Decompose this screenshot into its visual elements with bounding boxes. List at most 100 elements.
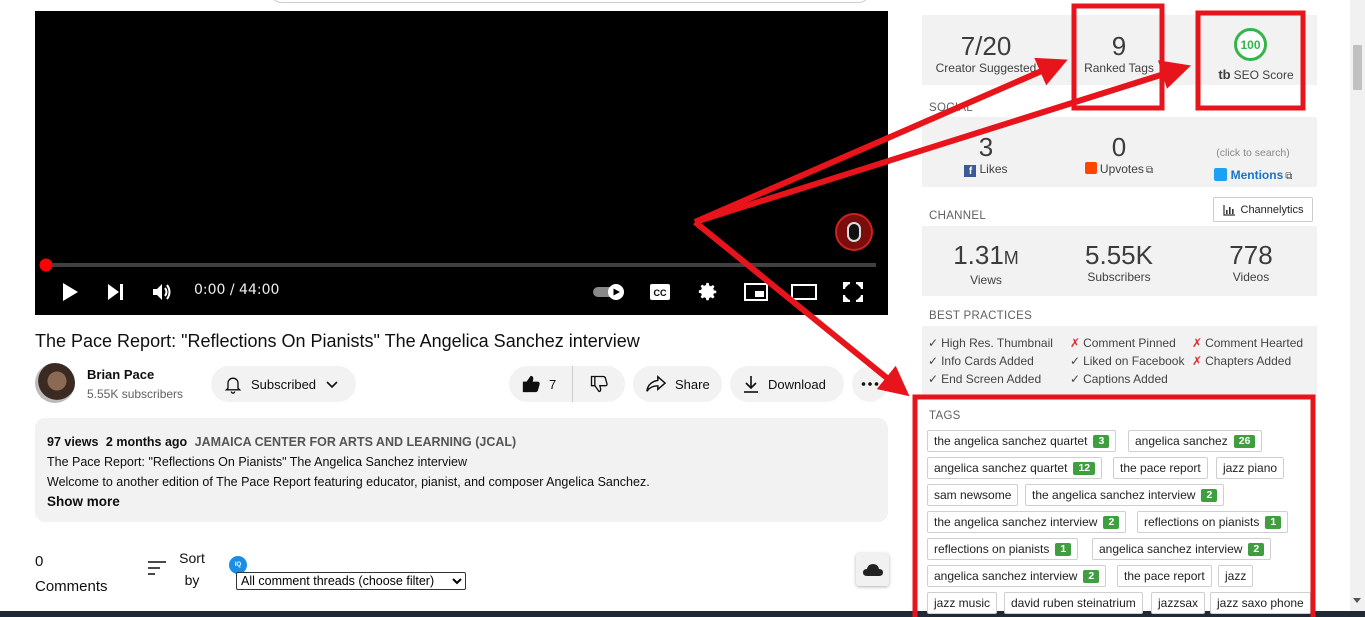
tag-chip[interactable]: reflections on pianists 1 [1137,511,1289,533]
social-section-label: SOCIAL [929,102,973,114]
bp-info-cards-added: ✓ Info Cards Added [928,354,1034,368]
channel-watermark-logo[interactable] [835,213,873,251]
channel-views-label: Views [970,273,1002,287]
gear-icon [698,282,717,301]
fullscreen-button[interactable] [840,279,866,305]
svg-text:CC: CC [654,288,667,298]
settings-button[interactable] [695,279,721,305]
download-button[interactable]: Download [730,366,844,402]
tag-chip[interactable]: angelica sanchez quartet 12 [927,457,1103,479]
channel-views-value: 1.31 [953,240,1004,270]
seo-score-stat: tb SEO Score [1206,68,1306,83]
likes-label: Likes [979,162,1008,176]
thumbs-down-icon [590,375,608,393]
miniplayer-button[interactable] [742,279,770,305]
tag-chip[interactable]: reflections on pianists 1 [927,538,1079,560]
progress-bar[interactable] [45,263,876,267]
tag-chip[interactable]: david ruben steinatrium [1004,592,1143,614]
tag-chip[interactable]: angelica sanchez 26 [1128,430,1263,452]
video-player[interactable]: 0:00 / 44:00 CC [35,11,888,315]
chevron-down-icon [326,381,338,389]
mentions-stat[interactable]: (click to search) Mentions ⧉ [1203,146,1303,184]
like-button[interactable]: 7 [509,366,573,402]
tag-chip[interactable]: the angelica sanchez interview 2 [1025,484,1225,506]
scrollbar-thumb[interactable] [1353,45,1362,90]
tag-chip[interactable]: the pace report [1117,565,1212,587]
volume-button[interactable] [149,279,177,305]
more-actions-button[interactable] [852,366,888,402]
channelytics-label: Channelytics [1240,203,1304,216]
tag-chip[interactable]: the angelica sanchez quartet 3 [927,430,1117,452]
show-more-link[interactable]: Show more [47,492,876,512]
bp-end-screen-added: ✓ End Screen Added [928,372,1042,386]
tag-rank-badge: 2 [1201,488,1218,502]
tag-chip[interactable]: the angelica sanchez interview 2 [927,511,1127,533]
channel-avatar[interactable] [35,363,75,403]
play-icon [63,283,78,301]
tag-chip[interactable]: jazz saxo phone [1210,592,1311,614]
tag-rank-badge: 2 [1083,569,1100,583]
ranked-tags-label: Ranked Tags [1084,61,1154,75]
ranked-tags-value: 9 [1111,31,1127,61]
play-button[interactable] [57,279,83,305]
seo-score-badge: 100 [1234,28,1267,61]
channel-name[interactable]: Brian Pace [87,367,154,382]
mentions-hint: (click to search) [1216,147,1290,159]
check-icon: ✓ [928,354,939,368]
tag-chip[interactable]: sam newsome [927,484,1019,506]
tag-chip[interactable]: jazzsax [1151,592,1206,614]
tag-rank-badge: 2 [1103,515,1120,529]
more-horizontal-icon [861,382,879,386]
upvotes-label: Upvotes [1099,162,1144,176]
tag-chip[interactable]: jazz piano [1216,457,1285,479]
view-count: 97 views [47,435,99,449]
tag-chip[interactable]: angelica sanchez interview 2 [927,565,1107,587]
likes-stat[interactable]: 3 f Likes [936,132,1036,177]
share-button[interactable]: Share [633,366,722,402]
dislike-button[interactable] [573,366,625,402]
cross-icon: ✗ [1192,336,1203,350]
sort-icon[interactable] [147,560,167,576]
tags-section-label: TAGS [929,410,961,422]
video-description[interactable]: 97 views 2 months ago JAMAICA CENTER FOR… [35,418,888,522]
sort-by-button[interactable]: Sort by [176,547,208,591]
channel-subscribers-value: 5.55K [1085,240,1153,270]
seo-score-label: SEO Score [1233,68,1294,82]
next-icon [108,284,123,300]
channelytics-button[interactable]: Channelytics [1213,197,1313,222]
autoplay-toggle[interactable] [591,279,627,305]
tag-chip[interactable]: the pace report [1113,457,1208,479]
tag-rank-badge: 26 [1233,434,1256,448]
page-scrollbar[interactable] [1350,0,1365,611]
tag-chip[interactable]: jazz [1218,565,1254,587]
bp-high-res-thumbnail: ✓ High Res. Thumbnail [928,336,1053,350]
subscribed-label: Subscribed [251,376,317,392]
theater-mode-button[interactable] [790,279,818,305]
subscribed-button[interactable]: Subscribed [211,366,356,402]
bell-icon [224,377,242,394]
like-count: 7 [549,376,557,392]
description-line-2: Welcome to another edition of The Pace R… [47,475,650,489]
download-label: Download [768,376,826,392]
location-tag[interactable]: JAMAICA CENTER FOR ARTS AND LEARNING (JC… [195,435,517,449]
comment-filter-select[interactable]: All comment threads (choose filter) [236,572,466,590]
creator-suggested-label: Creator Suggested [935,61,1037,75]
next-button[interactable] [103,279,129,305]
upload-age: 2 months ago [105,435,188,449]
tag-chip[interactable]: angelica sanchez interview 2 [1092,538,1272,560]
upvotes-stat[interactable]: 0 Upvotes ⧉ [1069,132,1169,178]
cloud-button[interactable] [856,553,889,586]
search-bar-remnant[interactable] [270,0,870,3]
bp-comment-hearted: ✗ Comment Hearted [1192,336,1304,350]
description-line-1: The Pace Report: "Reflections On Pianist… [47,455,467,469]
progress-scrubber[interactable] [39,258,53,272]
share-icon [646,375,667,392]
mentions-label[interactable]: Mentions [1231,168,1284,182]
tag-chip[interactable]: jazz music [927,592,998,614]
bp-chapters-added: ✗ Chapters Added [1192,354,1292,368]
scroll-down-arrow-icon[interactable] [1353,598,1361,603]
seo-score-label-row: tb SEO Score [1206,68,1306,83]
bp-captions-added: ✓ Captions Added [1070,372,1168,386]
cross-icon: ✗ [1070,336,1081,350]
captions-button[interactable]: CC [647,279,673,305]
